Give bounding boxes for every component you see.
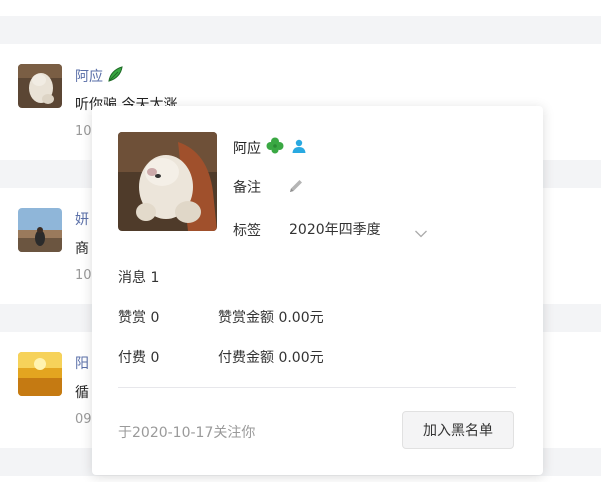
list-item-message: 循 [75,385,89,401]
paid-amount: 付费金额 0.00元 [218,350,324,366]
list-item-name[interactable]: 阿应 [75,65,124,87]
profile-name-text: 阿应 [233,141,261,157]
user-profile-popup: 阿应 备注 标签 2020年四季度 消息 1 赞赏 0 赞赏金额 0.00元 付… [92,106,543,475]
list-card-top [0,0,601,16]
clover-icon [265,136,285,160]
add-to-blacklist-button[interactable]: 加入黑名单 [402,411,514,449]
paid-count: 付费 0 [118,350,160,366]
profile-name: 阿应 [233,136,307,160]
list-item-time: 10 [75,124,92,139]
list-item-name[interactable]: 阳 [75,353,89,373]
profile-avatar [118,132,217,231]
messages-count: 消息 1 [118,270,160,286]
edit-remark-icon[interactable] [288,178,304,198]
follow-date: 于2020-10-17关注你 [118,425,256,441]
avatar[interactable] [18,352,62,396]
reward-amount: 赞赏金额 0.00元 [218,310,324,326]
list-item-message: 商 [75,241,89,257]
list-item-time: 10 [75,268,92,283]
tag-label: 标签 [233,223,261,239]
remark-label: 备注 [233,180,261,196]
avatar[interactable] [18,208,62,252]
reward-count: 赞赏 0 [118,310,160,326]
list-item-name[interactable]: 妍 [75,209,89,229]
list-item-time: 09 [75,412,92,427]
divider [118,387,516,388]
chevron-down-icon[interactable] [414,224,428,243]
tag-select[interactable]: 2020年四季度 [289,219,381,239]
leaf-icon [106,65,124,87]
avatar[interactable] [18,64,62,108]
tag-select-value[interactable]: 2020年四季度 [289,219,381,239]
person-icon [291,138,307,158]
list-card-bottom [0,476,601,482]
list-item-name-text[interactable]: 阿应 [75,66,103,86]
